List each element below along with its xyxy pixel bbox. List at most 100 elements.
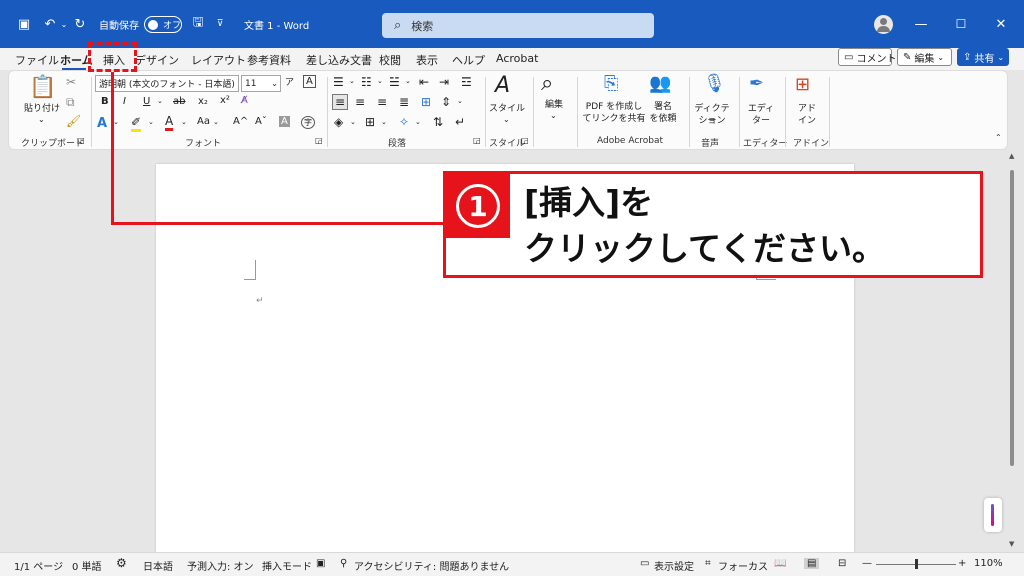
request-signature-label-2[interactable]: を依頼 [645,113,681,125]
decrease-indent-icon[interactable]: ⇤ [419,75,429,89]
macro-icon[interactable]: ▣ [316,558,325,569]
chevron-down-icon[interactable]: ⌄ [415,118,421,126]
display-settings-button[interactable]: 表示設定 [654,558,694,573]
superscript-button[interactable]: x² [220,95,230,106]
create-pdf-label-1[interactable]: PDF を作成し [581,101,647,113]
paragraph-launcher-icon[interactable]: ◲ [473,136,481,145]
tab-view[interactable]: 表示 [416,52,438,68]
phonetic-guide-icon[interactable]: ア [285,75,294,88]
bullets-icon[interactable]: ☰ [333,75,344,89]
tab-layout[interactable]: レイアウト [191,52,246,68]
zoom-out-icon[interactable]: — [862,558,872,569]
grow-font-button[interactable]: A^ [233,116,248,127]
borders-icon[interactable]: ⊞ [365,115,375,129]
cut-icon[interactable]: ✂ [66,75,76,89]
addins-label-1[interactable]: アド [789,103,825,115]
comment-button[interactable]: ▭ コメント [838,48,896,66]
search-box[interactable]: ⌕ 検索 [382,13,654,38]
align-right-icon[interactable]: ≡ [377,95,387,109]
chevron-down-icon[interactable]: ⌄ [148,118,154,126]
focus-button[interactable]: フォーカス [718,558,768,573]
align-left-icon[interactable]: ≡ [332,94,349,110]
chevron-down-icon[interactable]: ⌄ [349,77,355,85]
tab-file[interactable]: ファイル [15,52,59,68]
accessibility-status[interactable]: アクセシビリティ: 問題ありません [354,558,509,573]
zoom-slider-thumb[interactable] [915,559,918,569]
tab-design[interactable]: デザイン [135,52,179,68]
zoom-slider[interactable] [876,559,956,569]
font-size-select[interactable]: 11 ⌄ [241,75,281,92]
chevron-down-icon[interactable]: ⌄ [405,77,411,85]
close-icon[interactable]: ✕ [992,0,1010,48]
page-count[interactable]: 1/1 ページ [14,558,63,573]
read-mode-icon[interactable]: 📖 [774,558,786,569]
line-spacing-icon[interactable]: ⇕ [441,95,451,109]
vertical-scrollbar[interactable]: ▲ ▼ [1007,152,1017,550]
tab-review[interactable]: 校閲 [379,52,401,68]
editor-label-2[interactable]: ター [743,115,779,127]
maximize-icon[interactable]: ☐ [952,0,970,48]
create-pdf-label-2[interactable]: てリンクを共有 [581,113,647,125]
sort-icon[interactable]: ☲ [461,75,472,89]
subscript-button[interactable]: x₂ [198,96,208,107]
align-center-icon[interactable]: ≡ [355,95,365,109]
format-painter-icon[interactable]: 🖌 [66,114,81,128]
scroll-down-icon[interactable]: ▼ [1009,540,1014,548]
font-name-select[interactable]: 游明朝 (本文のフォント - 日本語) [95,75,239,92]
account-avatar[interactable] [874,15,893,34]
autosave-toggle[interactable]: オフ [144,16,182,33]
insert-mode-status[interactable]: 挿入モード [262,558,312,573]
text-direction-icon[interactable]: ⇅ [433,115,443,129]
clear-formatting-icon[interactable]: A̸ [241,95,248,106]
minimize-icon[interactable]: — [912,0,930,48]
styles-launcher-icon[interactable]: ◲ [521,136,529,145]
multilevel-list-icon[interactable]: ☱ [389,75,400,89]
chevron-down-icon[interactable]: ⌄ [350,118,356,126]
save-icon[interactable]: 🖫 [190,0,206,48]
undo-icon[interactable]: ↶ [42,0,58,48]
dictate-label-2[interactable]: ション [691,115,733,127]
addins-icon[interactable]: ⊞ [795,74,810,95]
paste-dropdown-icon[interactable]: ⌄ [38,115,45,124]
font-launcher-icon[interactable]: ◲ [315,136,323,145]
customize-quick-access-icon[interactable]: ⊽ [214,0,226,48]
styles-label[interactable]: スタイル [489,103,525,115]
accessibility-icon[interactable]: ⚲ [340,558,347,569]
chevron-down-icon[interactable]: ⌄ [213,118,219,126]
zoom-in-icon[interactable]: + [958,558,966,569]
paste-label[interactable]: 貼り付け [23,103,61,115]
character-shading-icon[interactable]: A [279,116,290,127]
create-pdf-icon[interactable]: ⎘ [604,73,618,94]
tab-mailings[interactable]: 差し込み文書 [306,52,372,68]
scroll-up-icon[interactable]: ▲ [1009,152,1014,160]
tab-help[interactable]: ヘルプ [452,52,485,68]
focus-icon[interactable]: ⌗ [705,558,711,569]
chevron-down-icon[interactable]: ⌄ [503,115,510,124]
enclose-characters-icon[interactable]: 字 [301,116,315,129]
collapse-ribbon-icon[interactable]: ⌃ [995,133,1002,142]
share-button[interactable]: ⇪ 共有 ⌄ [957,48,1009,66]
tab-acrobat[interactable]: Acrobat [496,52,538,65]
character-border-icon[interactable]: A [303,75,316,88]
addins-label-2[interactable]: イン [789,115,825,127]
chevron-down-icon[interactable]: ⌄ [377,77,383,85]
copilot-button[interactable] [984,498,1002,532]
predictive-input-status[interactable]: 予測入力: オン [187,558,254,573]
chevron-down-icon[interactable]: ⌄ [550,111,557,120]
change-case-button[interactable]: Aa [197,116,210,127]
chevron-down-icon[interactable]: ⌄ [381,118,387,126]
editor-icon[interactable]: ✒ [749,73,764,94]
bold-button[interactable]: B [101,96,109,107]
word-app-icon[interactable]: ▣ [14,0,34,48]
shading-icon[interactable]: ◈ [334,115,343,129]
numbering-icon[interactable]: ☷ [361,75,372,89]
find-icon[interactable]: ⌕ [541,71,553,96]
justify-icon[interactable]: ≣ [399,95,409,109]
proofing-icon[interactable]: ⚙ [116,556,127,570]
scroll-thumb[interactable] [1010,170,1014,466]
strikethrough-button[interactable]: ab [173,96,185,107]
web-layout-icon[interactable]: ⊟ [838,558,846,569]
shrink-font-button[interactable]: Aˇ [255,116,267,127]
request-signature-icon[interactable]: 👥 [649,73,671,94]
chevron-down-icon[interactable]: ⌄ [457,97,463,105]
